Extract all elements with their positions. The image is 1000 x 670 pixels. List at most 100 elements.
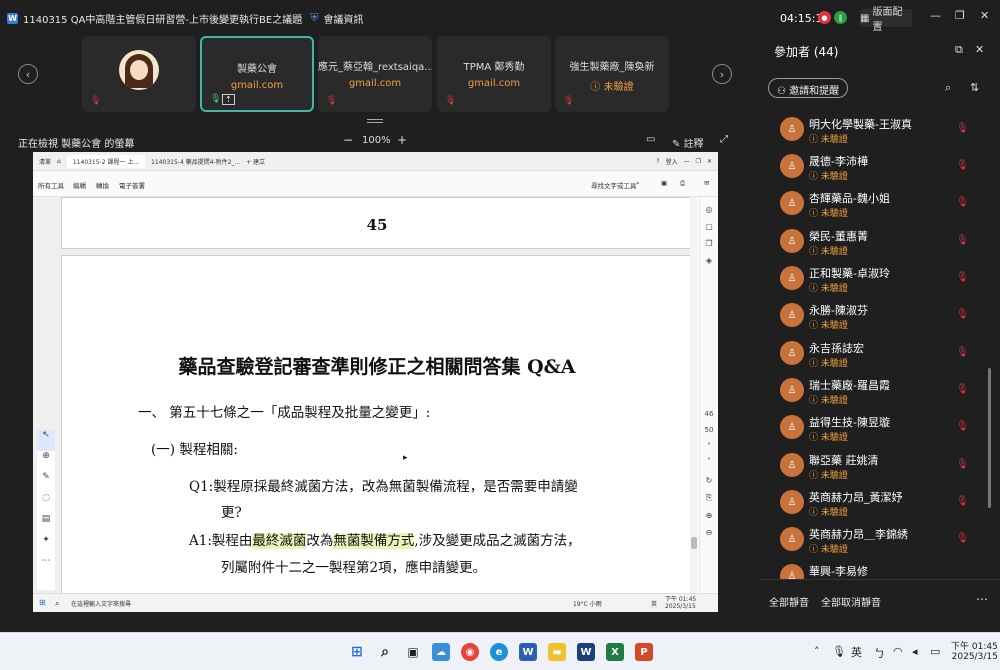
- inner-lang[interactable]: 英: [651, 599, 657, 608]
- participant-item[interactable]: ♙ 瑞士藥廠-羅昌霞 ⓘ 未驗證 🎙: [780, 377, 980, 414]
- page-down-icon[interactable]: ˅: [700, 457, 718, 466]
- zoom-tool-icon[interactable]: ⊕: [37, 451, 55, 472]
- annotate-button[interactable]: ✎ 註釋: [672, 135, 704, 150]
- toolbar-all-tools[interactable]: 所有工具: [38, 180, 64, 190]
- search-icon[interactable]: ⌕: [376, 643, 394, 661]
- minimize-icon[interactable]: —: [684, 158, 690, 165]
- participant-item[interactable]: ♙ 晟德-李沛樺 ⓘ 未驗證 🎙: [780, 153, 980, 190]
- meeting-info-link[interactable]: 會議資訊: [323, 11, 363, 26]
- shield-icon[interactable]: ⛨: [310, 11, 318, 25]
- toolbar-esign[interactable]: 電子簽署: [119, 180, 145, 190]
- windows-start-icon[interactable]: ⊞: [348, 643, 366, 661]
- search-tools[interactable]: 尋找文字或工具: [591, 180, 637, 190]
- help-icon[interactable]: ?: [656, 158, 659, 165]
- more-icon[interactable]: ⋯: [37, 556, 55, 577]
- mute-all-button[interactable]: 全部靜音: [769, 594, 809, 609]
- mail-icon[interactable]: ✉: [704, 179, 709, 187]
- ime-icon[interactable]: ㄅ: [874, 645, 885, 661]
- participant-item[interactable]: ♙ 永勝-陳淑芬 ⓘ 未驗證 🎙: [780, 302, 980, 339]
- mic-icon[interactable]: 🎙: [832, 645, 846, 658]
- audio-status-icon[interactable]: ‖: [834, 11, 847, 24]
- record-icon[interactable]: ●: [818, 11, 831, 24]
- video-tile[interactable]: TPMA 鄭秀勤 gmail.com 🎙: [437, 36, 551, 112]
- doc-tab[interactable]: 1140315-4 藥品提問4-附件2_...: [151, 157, 240, 166]
- page-up-icon[interactable]: ˄: [700, 442, 718, 451]
- layers-icon[interactable]: ◈: [700, 256, 718, 265]
- prev-page-arrow[interactable]: ‹: [18, 64, 38, 84]
- participants-scrollbar[interactable]: [988, 368, 991, 508]
- close-icon[interactable]: ✕: [707, 158, 712, 165]
- pdf-scrollbar[interactable]: [690, 197, 698, 593]
- text-box-icon[interactable]: ▤: [37, 514, 55, 535]
- ai-assistant-icon[interactable]: ◎: [700, 205, 718, 214]
- edge-icon[interactable]: e: [490, 643, 508, 661]
- participant-item[interactable]: ♙ 聯亞藥 莊姚清 ⓘ 未驗證 🎙: [780, 452, 980, 489]
- resize-grip[interactable]: [367, 119, 383, 123]
- unmute-all-button[interactable]: 全部取消靜音: [821, 594, 881, 609]
- chevron-up-icon[interactable]: ˄: [814, 645, 820, 658]
- word-icon[interactable]: W: [519, 643, 537, 661]
- participant-item[interactable]: ♙ 榮民-董惠菁 ⓘ 未驗證 🎙: [780, 228, 980, 265]
- expand-icon[interactable]: ⤢: [720, 134, 728, 145]
- video-tile-active[interactable]: 製藥公會 gmail.com 🎙 ⇡: [200, 36, 314, 112]
- video-tile[interactable]: 應元_蔡亞翰_rextsaiqa... gmail.com 🎙: [318, 36, 432, 112]
- video-tile[interactable]: 強生製藥廠_陳奐新 ⓘ 未驗證 🎙: [555, 36, 669, 112]
- sort-icon[interactable]: ⇅: [970, 81, 979, 94]
- select-icon[interactable]: ↖: [37, 430, 55, 451]
- minimize-button[interactable]: —: [930, 9, 941, 22]
- comment-icon[interactable]: ▢: [700, 222, 718, 231]
- excel-icon[interactable]: X: [606, 643, 624, 661]
- login-link[interactable]: 登入: [666, 157, 678, 166]
- taskbar-search-input[interactable]: 在這裡輸入文字來搜尋: [71, 599, 131, 608]
- zoom-out-button[interactable]: −: [343, 133, 353, 147]
- pdf-viewport[interactable]: 45 藥品查驗登記審查準則修正之相關問答集 Q&A 一、 第五十七條之一「成品製…: [33, 197, 693, 600]
- participant-item[interactable]: ♙ 永吉孫誌宏 ⓘ 未驗證 🎙: [780, 340, 980, 377]
- more-options-icon[interactable]: ⋯: [976, 592, 988, 606]
- save-copy-icon[interactable]: ⎘: [700, 493, 718, 503]
- draw-icon[interactable]: ✎: [37, 472, 55, 493]
- popout-icon[interactable]: ⧉: [955, 43, 963, 57]
- next-page-arrow[interactable]: ›: [712, 64, 732, 84]
- home-icon[interactable]: ⌂: [57, 158, 61, 165]
- new-tab-button[interactable]: + 建立: [246, 157, 265, 166]
- weather-widget[interactable]: 19°C 小雨: [573, 599, 602, 608]
- task-view-icon[interactable]: ▣: [404, 643, 422, 661]
- close-button[interactable]: ✕: [980, 9, 989, 22]
- search-icon[interactable]: ⌕: [636, 179, 640, 188]
- zoom-level[interactable]: 100%: [362, 135, 391, 146]
- participant-item[interactable]: ♙ 杏輝藥品-魏小姐 ⓘ 未驗證 🎙: [780, 190, 980, 227]
- participant-item[interactable]: ♙ 英商赫力昂＿李錦綉 ⓘ 未驗證 🎙: [780, 526, 980, 563]
- chrome-icon[interactable]: ◉: [461, 643, 479, 661]
- participant-item[interactable]: ♙ 華興-李易修: [780, 563, 980, 579]
- weather-app-icon[interactable]: ☁: [432, 643, 450, 661]
- video-tile[interactable]: 🎙: [82, 36, 196, 112]
- close-panel-icon[interactable]: ✕: [975, 43, 984, 56]
- webex-icon[interactable]: W: [577, 643, 595, 661]
- volume-icon[interactable]: ◂: [912, 645, 918, 658]
- participant-item[interactable]: ♙ 英商赫力昂_黃潔妤 ⓘ 未驗證 🎙: [780, 489, 980, 526]
- restore-button[interactable]: ❐: [955, 9, 965, 22]
- restore-icon[interactable]: ❐: [696, 158, 701, 165]
- save-icon[interactable]: ▣: [661, 179, 667, 187]
- system-clock[interactable]: 下午 01:45 2025/3/15: [951, 639, 998, 662]
- windows-start-icon[interactable]: ⊞: [39, 598, 46, 607]
- participant-item[interactable]: ♙ 正和製藥-卓淑玲 ⓘ 未驗證 🎙: [780, 265, 980, 302]
- layout-button[interactable]: ▦ 版面配置: [860, 7, 912, 33]
- remote-control-icon[interactable]: ▭: [646, 134, 655, 145]
- zoom-in-icon[interactable]: ⊕: [700, 511, 718, 520]
- participant-item[interactable]: ♙ 明大化學製藥-王淑真 ⓘ 未驗證 🎙: [780, 116, 980, 153]
- search-icon[interactable]: ⌕: [945, 81, 951, 95]
- language-indicator[interactable]: 英: [851, 644, 862, 660]
- doc-tab-active[interactable]: 1140315-2 課程一 上...: [66, 154, 146, 168]
- shared-screen[interactable]: 清單 ⌂ 1140315-2 課程一 上... 1140315-4 藥品提問4-…: [33, 152, 718, 612]
- wifi-icon[interactable]: ◠: [893, 645, 903, 658]
- zoom-in-button[interactable]: +: [397, 133, 407, 147]
- file-explorer-icon[interactable]: ▬: [548, 643, 566, 661]
- powerpoint-icon[interactable]: P: [635, 643, 653, 661]
- participant-item[interactable]: ♙ 益得生技-陳昱璇 ⓘ 未驗證 🎙: [780, 414, 980, 451]
- lasso-icon[interactable]: ◌: [37, 493, 55, 514]
- menu-tab[interactable]: 清單: [39, 157, 51, 166]
- print-icon[interactable]: ⎙: [680, 179, 685, 188]
- battery-icon[interactable]: ▭: [930, 645, 940, 658]
- refresh-icon[interactable]: ↻: [700, 476, 718, 485]
